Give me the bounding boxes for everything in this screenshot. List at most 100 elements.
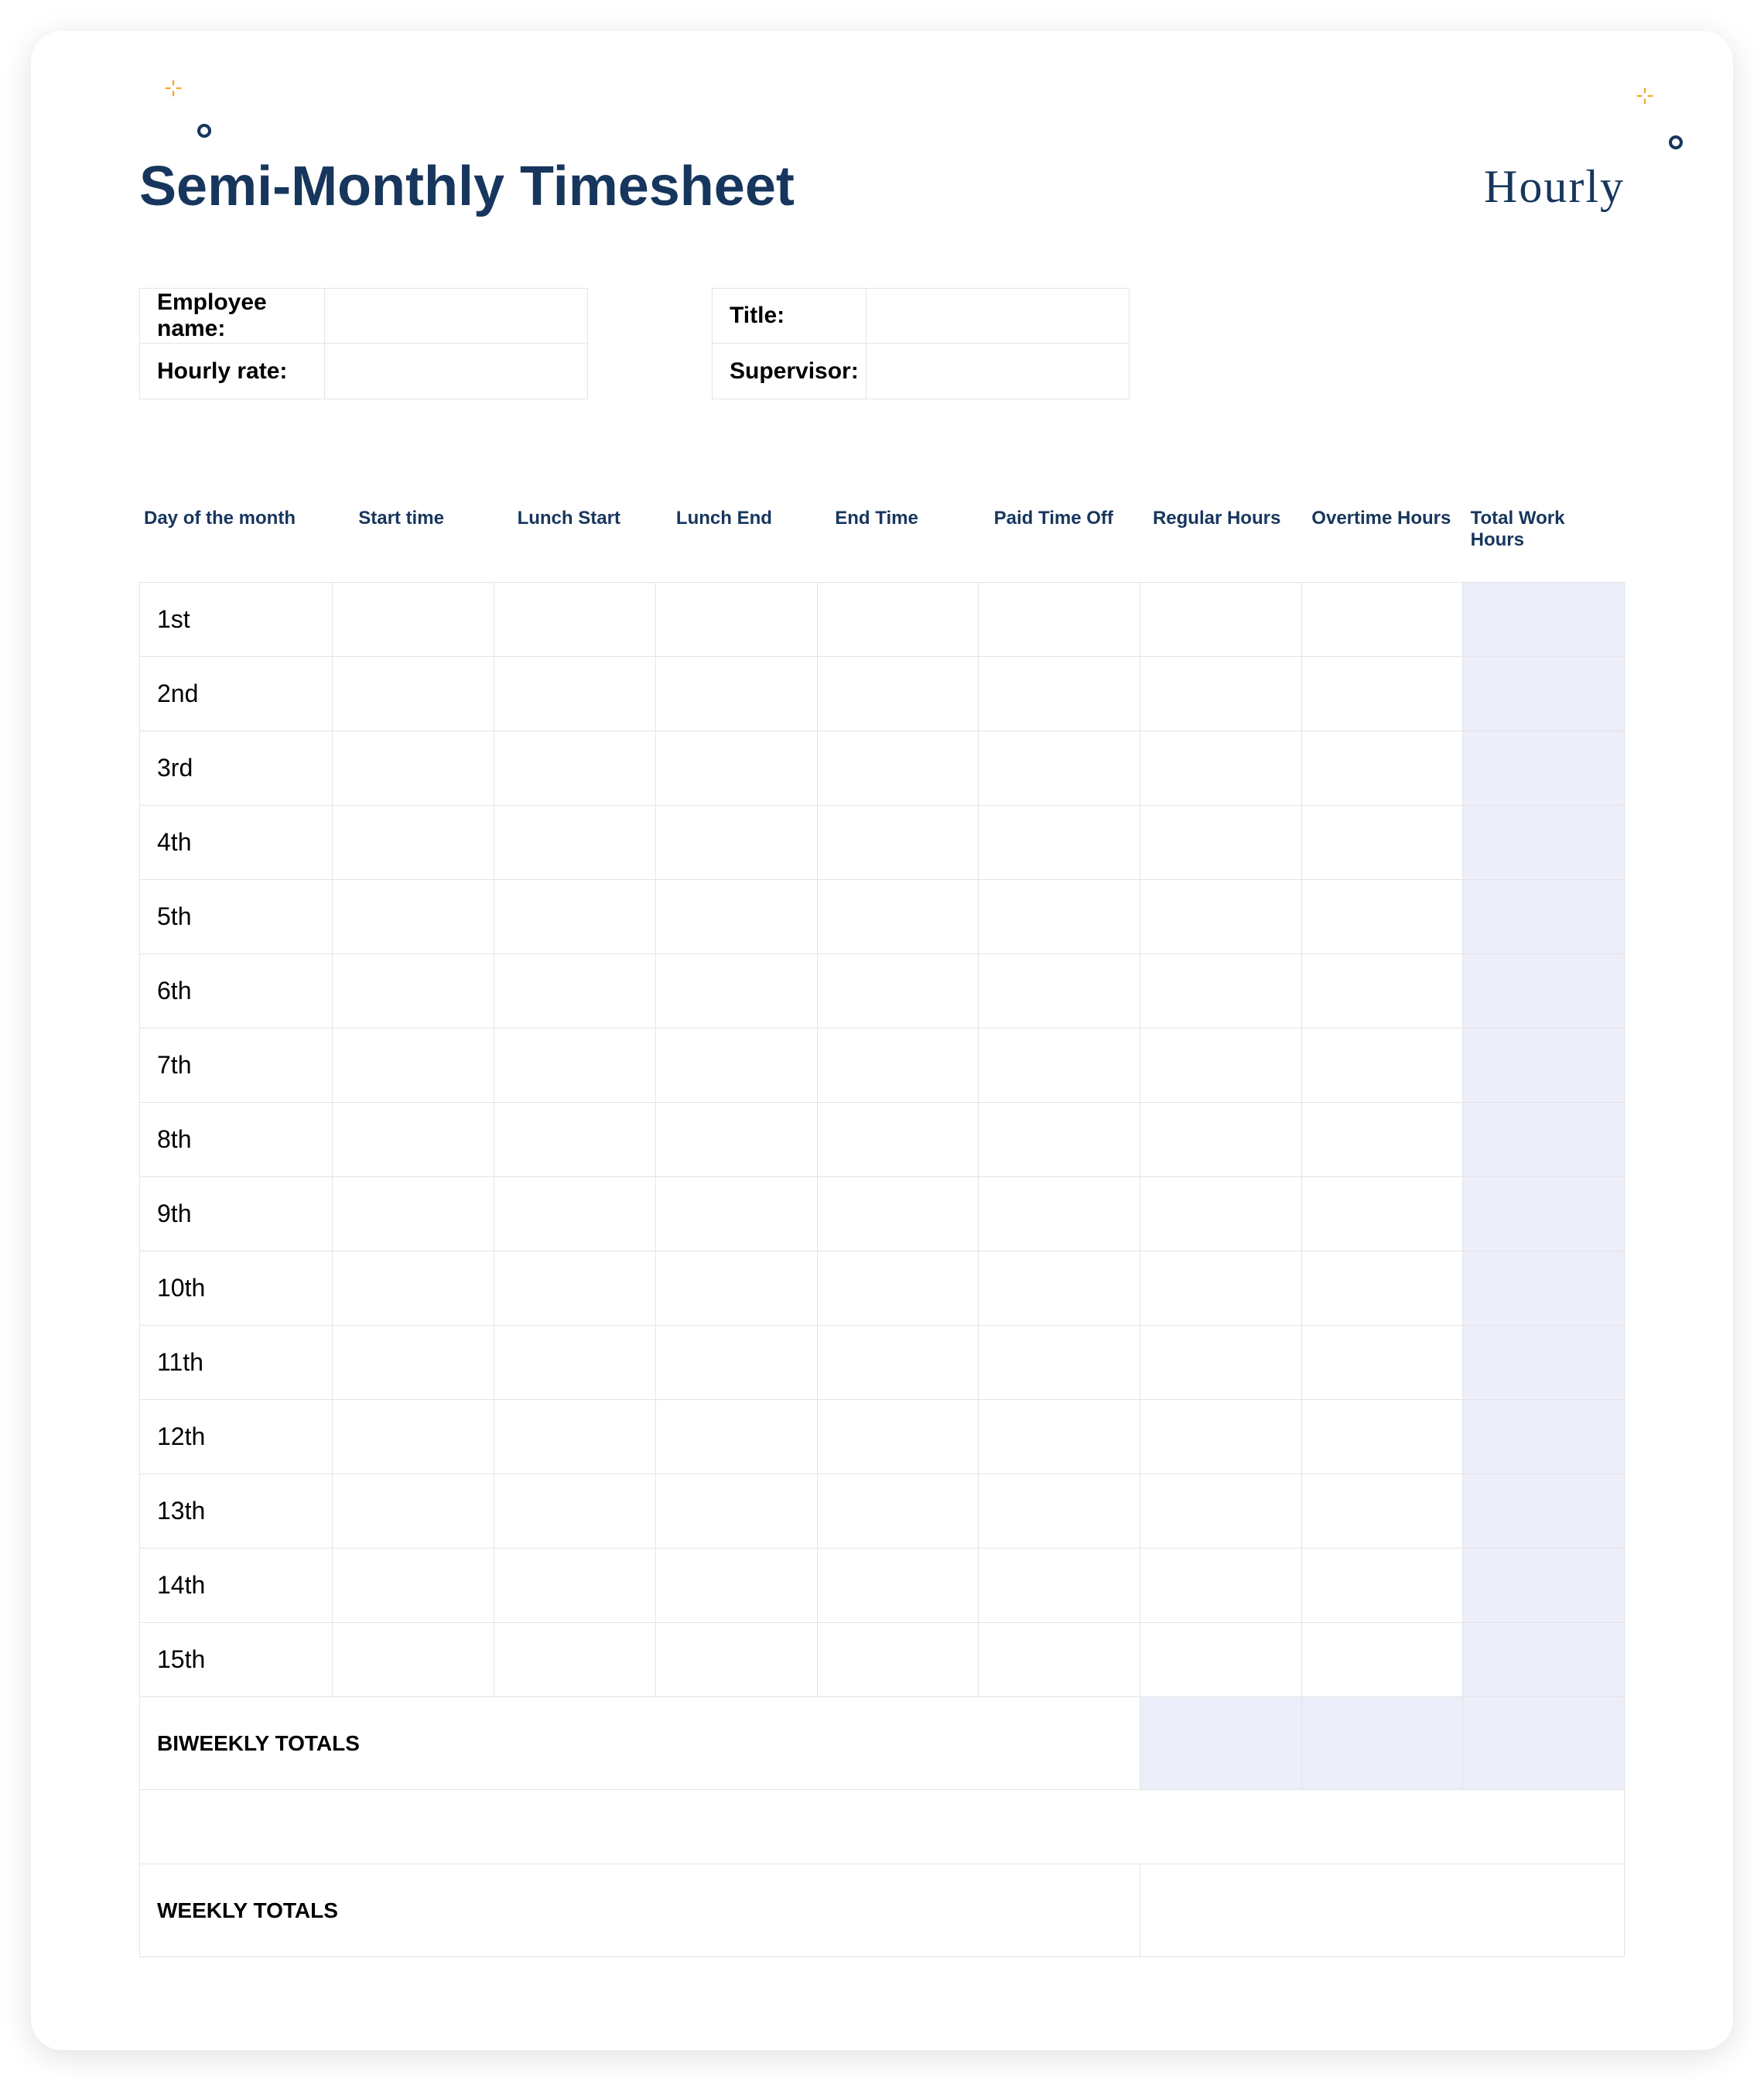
employee-name-field[interactable] — [325, 288, 588, 344]
cell-lunchstart[interactable] — [494, 731, 656, 806]
cell-start[interactable] — [333, 806, 494, 880]
cell-pto[interactable] — [979, 1623, 1140, 1697]
cell-pto[interactable] — [979, 954, 1140, 1029]
cell-lunchstart[interactable] — [494, 806, 656, 880]
cell-pto[interactable] — [979, 1029, 1140, 1103]
cell-start[interactable] — [333, 1326, 494, 1400]
cell-total[interactable] — [1463, 954, 1625, 1029]
cell-total[interactable] — [1463, 880, 1625, 954]
cell-lunchstart[interactable] — [494, 1103, 656, 1177]
cell-lunchstart[interactable] — [494, 954, 656, 1029]
cell-lunchend[interactable] — [655, 1549, 817, 1623]
cell-pto[interactable] — [979, 1400, 1140, 1474]
cell-end[interactable] — [817, 1400, 979, 1474]
cell-ot[interactable] — [1301, 880, 1463, 954]
cell-reg[interactable] — [1140, 731, 1301, 806]
weekly-total[interactable] — [1140, 1864, 1624, 1957]
cell-end[interactable] — [817, 1326, 979, 1400]
cell-end[interactable] — [817, 1103, 979, 1177]
cell-pto[interactable] — [979, 1326, 1140, 1400]
cell-lunchstart[interactable] — [494, 1251, 656, 1326]
cell-start[interactable] — [333, 1623, 494, 1697]
cell-lunchend[interactable] — [655, 1177, 817, 1251]
cell-pto[interactable] — [979, 806, 1140, 880]
cell-end[interactable] — [817, 880, 979, 954]
cell-lunchend[interactable] — [655, 731, 817, 806]
cell-ot[interactable] — [1301, 1400, 1463, 1474]
cell-total[interactable] — [1463, 1029, 1625, 1103]
cell-total[interactable] — [1463, 1326, 1625, 1400]
cell-total[interactable] — [1463, 1400, 1625, 1474]
cell-reg[interactable] — [1140, 583, 1301, 657]
cell-ot[interactable] — [1301, 583, 1463, 657]
cell-pto[interactable] — [979, 657, 1140, 731]
title-field[interactable] — [867, 288, 1130, 344]
cell-lunchstart[interactable] — [494, 1029, 656, 1103]
biweekly-total[interactable] — [1463, 1697, 1625, 1790]
cell-lunchend[interactable] — [655, 954, 817, 1029]
cell-start[interactable] — [333, 731, 494, 806]
cell-lunchend[interactable] — [655, 1326, 817, 1400]
cell-lunchstart[interactable] — [494, 1400, 656, 1474]
cell-start[interactable] — [333, 1474, 494, 1549]
cell-end[interactable] — [817, 1177, 979, 1251]
cell-end[interactable] — [817, 1029, 979, 1103]
cell-reg[interactable] — [1140, 1623, 1301, 1697]
cell-end[interactable] — [817, 954, 979, 1029]
cell-end[interactable] — [817, 1549, 979, 1623]
cell-lunchend[interactable] — [655, 1029, 817, 1103]
cell-ot[interactable] — [1301, 1326, 1463, 1400]
cell-start[interactable] — [333, 1029, 494, 1103]
cell-lunchstart[interactable] — [494, 1177, 656, 1251]
cell-pto[interactable] — [979, 1177, 1140, 1251]
cell-total[interactable] — [1463, 657, 1625, 731]
cell-start[interactable] — [333, 1251, 494, 1326]
cell-start[interactable] — [333, 657, 494, 731]
cell-reg[interactable] — [1140, 657, 1301, 731]
cell-ot[interactable] — [1301, 1623, 1463, 1697]
cell-lunchstart[interactable] — [494, 1549, 656, 1623]
cell-lunchend[interactable] — [655, 1251, 817, 1326]
cell-ot[interactable] — [1301, 1177, 1463, 1251]
cell-end[interactable] — [817, 806, 979, 880]
cell-lunchend[interactable] — [655, 1474, 817, 1549]
cell-ot[interactable] — [1301, 806, 1463, 880]
cell-total[interactable] — [1463, 1251, 1625, 1326]
cell-pto[interactable] — [979, 1251, 1140, 1326]
cell-ot[interactable] — [1301, 954, 1463, 1029]
cell-reg[interactable] — [1140, 1474, 1301, 1549]
cell-pto[interactable] — [979, 1103, 1140, 1177]
supervisor-field[interactable] — [867, 344, 1130, 399]
cell-ot[interactable] — [1301, 657, 1463, 731]
cell-pto[interactable] — [979, 880, 1140, 954]
cell-start[interactable] — [333, 1400, 494, 1474]
cell-pto[interactable] — [979, 1549, 1140, 1623]
cell-end[interactable] — [817, 1623, 979, 1697]
cell-lunchend[interactable] — [655, 657, 817, 731]
cell-total[interactable] — [1463, 1623, 1625, 1697]
cell-lunchstart[interactable] — [494, 1623, 656, 1697]
cell-start[interactable] — [333, 880, 494, 954]
cell-reg[interactable] — [1140, 1029, 1301, 1103]
hourly-rate-field[interactable] — [325, 344, 588, 399]
cell-reg[interactable] — [1140, 880, 1301, 954]
cell-lunchstart[interactable] — [494, 1474, 656, 1549]
cell-reg[interactable] — [1140, 806, 1301, 880]
cell-start[interactable] — [333, 583, 494, 657]
cell-total[interactable] — [1463, 806, 1625, 880]
cell-start[interactable] — [333, 954, 494, 1029]
cell-pto[interactable] — [979, 731, 1140, 806]
cell-reg[interactable] — [1140, 1400, 1301, 1474]
cell-reg[interactable] — [1140, 1251, 1301, 1326]
cell-reg[interactable] — [1140, 1549, 1301, 1623]
cell-pto[interactable] — [979, 583, 1140, 657]
cell-lunchend[interactable] — [655, 1400, 817, 1474]
cell-ot[interactable] — [1301, 731, 1463, 806]
cell-total[interactable] — [1463, 1177, 1625, 1251]
cell-start[interactable] — [333, 1103, 494, 1177]
cell-total[interactable] — [1463, 1474, 1625, 1549]
cell-total[interactable] — [1463, 1549, 1625, 1623]
cell-reg[interactable] — [1140, 1177, 1301, 1251]
cell-total[interactable] — [1463, 583, 1625, 657]
cell-lunchend[interactable] — [655, 1623, 817, 1697]
